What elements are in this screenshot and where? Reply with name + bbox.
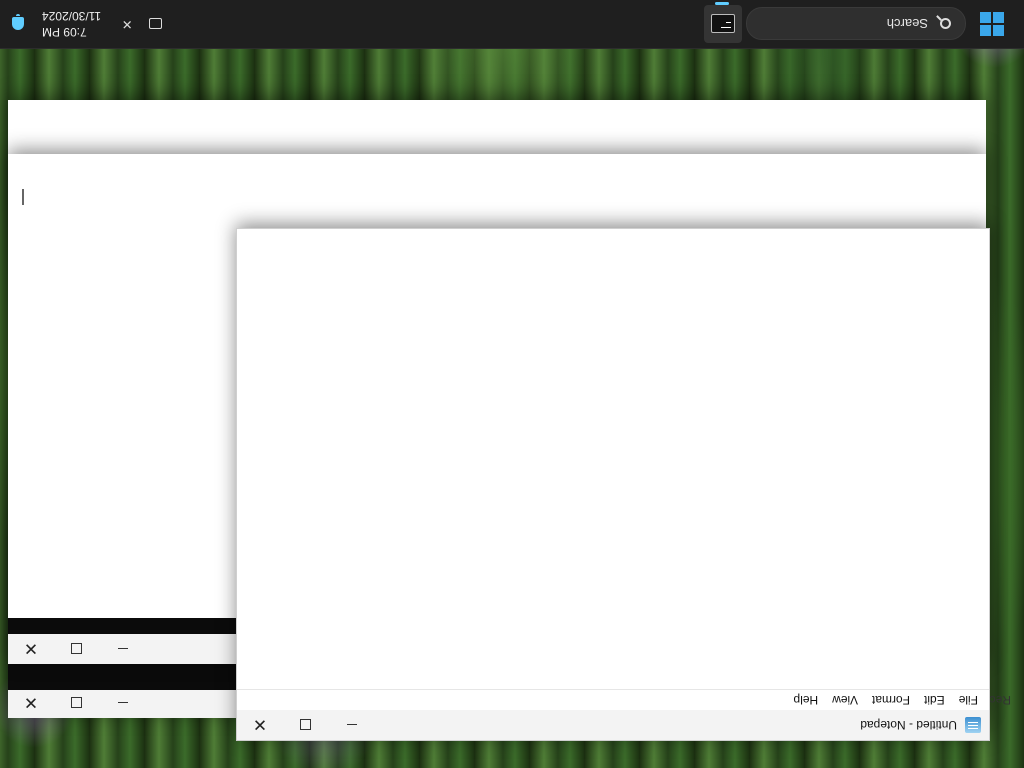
volume-muted-icon[interactable]: ✕ xyxy=(119,16,135,32)
maximize-icon[interactable] xyxy=(54,634,100,664)
notepad-caption-buttons: ✕ xyxy=(237,710,375,740)
minimize-icon[interactable] xyxy=(100,634,146,664)
notepad-icon xyxy=(965,717,981,733)
taskbar: Search ✕ 7:09 PM 11/30/2024 xyxy=(0,0,1024,49)
window-b-scroll-handle[interactable] xyxy=(22,189,24,205)
search-placeholder: Search xyxy=(886,16,928,31)
menu-file[interactable]: File xyxy=(952,693,985,707)
notification-bell-icon[interactable] xyxy=(12,17,24,31)
close-icon[interactable]: ✕ xyxy=(8,688,54,718)
menu-view[interactable]: View xyxy=(825,693,865,707)
notepad-titlebar[interactable]: Untitled - Notepad ✕ xyxy=(237,710,989,740)
taskbar-clock[interactable]: 7:09 PM 11/30/2024 xyxy=(42,8,101,40)
close-icon[interactable]: ✕ xyxy=(237,710,283,740)
menu-edit[interactable]: Edit xyxy=(917,693,952,707)
minimize-icon[interactable] xyxy=(100,688,146,718)
window-title: Untitled - Notepad xyxy=(860,718,957,732)
notepad-window[interactable]: Untitled - Notepad ✕ File Edit Format Vi… xyxy=(236,228,1011,741)
running-app-indicator xyxy=(715,2,729,5)
notepad-menubar: File Edit Format View Help xyxy=(237,690,989,710)
maximize-icon[interactable] xyxy=(283,710,329,740)
window-a-caption-buttons: ✕ xyxy=(8,688,146,718)
clipped-menu-label: Rec xyxy=(989,693,1011,707)
desktop-screen: ✕ ✕ Untitled - Notepad ✕ File Edit Forma… xyxy=(0,0,1024,768)
menu-format[interactable]: Format xyxy=(865,693,917,707)
window-b-caption-buttons: ✕ xyxy=(8,634,146,664)
minimize-icon[interactable] xyxy=(329,710,375,740)
search-icon xyxy=(940,18,951,29)
network-icon[interactable] xyxy=(147,16,163,32)
terminal-icon xyxy=(711,14,735,34)
maximize-icon[interactable] xyxy=(54,688,100,718)
taskbar-search-box[interactable]: Search xyxy=(746,7,966,40)
notepad-text-area[interactable] xyxy=(237,229,989,690)
windows-start-icon[interactable] xyxy=(980,12,1004,36)
clock-time: 7:09 PM xyxy=(42,25,87,39)
close-icon[interactable]: ✕ xyxy=(8,634,54,664)
taskbar-app-terminal[interactable] xyxy=(704,5,742,43)
menu-help[interactable]: Help xyxy=(786,693,825,707)
clock-date: 11/30/2024 xyxy=(42,9,102,23)
system-tray: ✕ 7:09 PM 11/30/2024 xyxy=(0,0,163,48)
